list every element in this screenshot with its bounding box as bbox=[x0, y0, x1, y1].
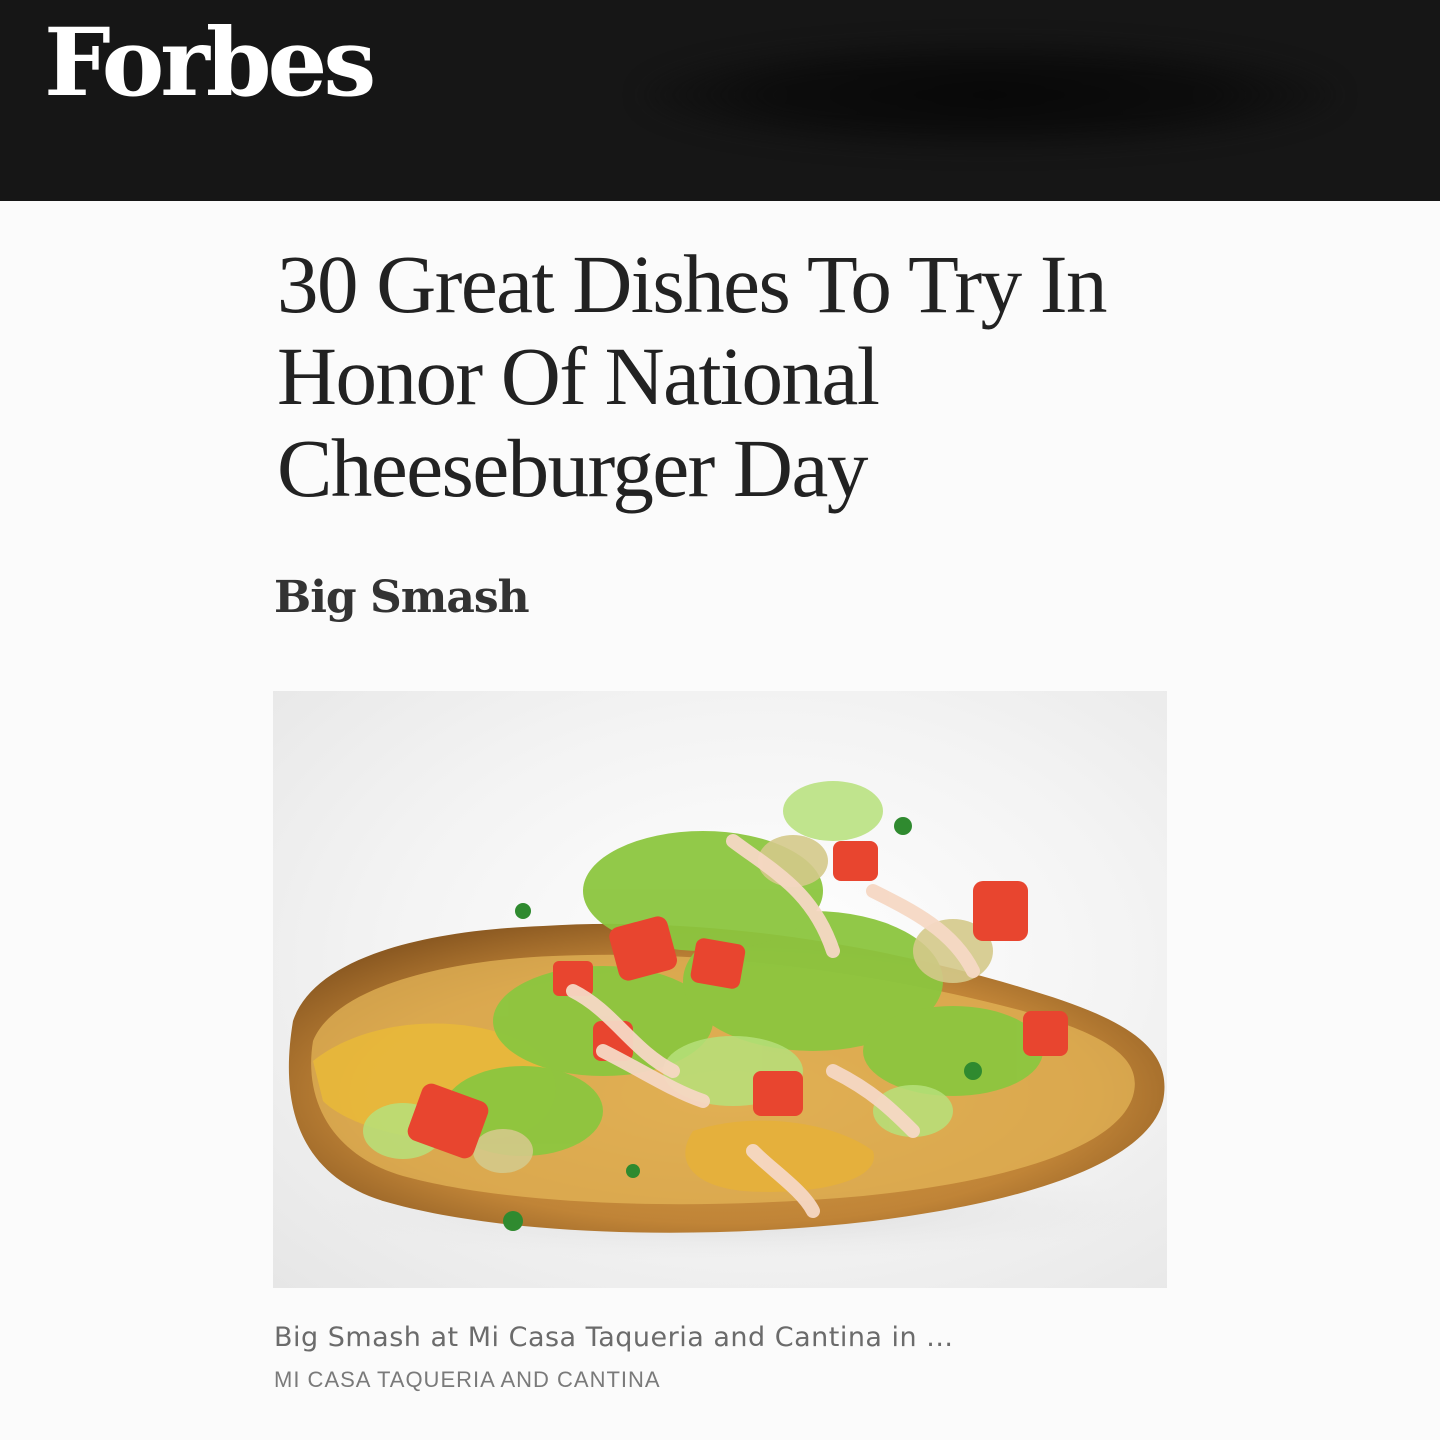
article-title: 30 Great Dishes To Try In Honor Of Natio… bbox=[277, 238, 1177, 514]
image-caption: Big Smash at Mi Casa Taqueria and Cantin… bbox=[274, 1322, 954, 1353]
article-title-line: Cheeseburger Day bbox=[277, 422, 868, 514]
forbes-logo[interactable]: Forbes bbox=[44, 11, 376, 115]
image-credit: MI CASA TAQUERIA AND CANTINA bbox=[274, 1367, 661, 1392]
article-title-line: 30 Great Dishes To Try In bbox=[277, 238, 1107, 330]
dish-illustration bbox=[288, 781, 1165, 1261]
article-title-line: Honor Of National bbox=[277, 330, 880, 422]
article-page: Forbes 30 Great Dishes To Try In Honor O… bbox=[0, 0, 1440, 1440]
site-header: Forbes bbox=[0, 0, 1440, 201]
dish-photo[interactable] bbox=[273, 691, 1167, 1288]
section-heading: Big Smash bbox=[274, 572, 530, 623]
header-blurred-area bbox=[640, 40, 1340, 150]
